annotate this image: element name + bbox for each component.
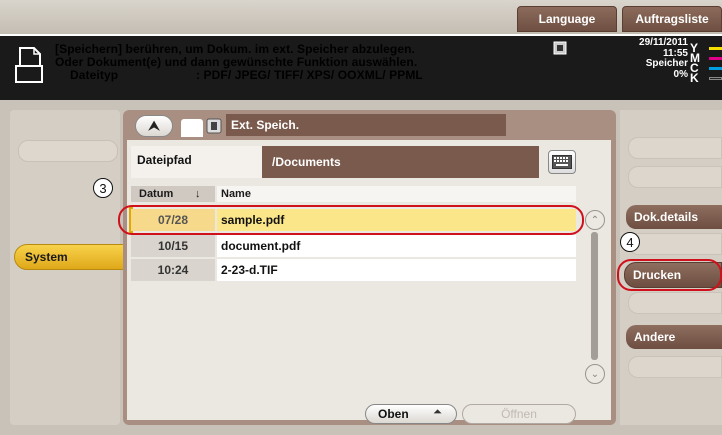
- document-icon: [15, 47, 43, 83]
- top-arrow-icon: ⏶: [433, 406, 442, 418]
- scroll-up-icon: ⌃: [590, 214, 600, 226]
- message-line-1: [Speichern] berühren, um Dokum. im ext. …: [55, 42, 415, 56]
- location-label: Ext. Speich.: [226, 114, 506, 136]
- scroll-down-button[interactable]: ⌄: [585, 364, 605, 384]
- callout-3: 3: [93, 178, 113, 198]
- column-header-date-label: Datum: [139, 188, 174, 200]
- left-ghost-button: [18, 140, 118, 162]
- file-name: 2-23-d.TIF: [217, 259, 576, 281]
- up-arrow-icon: ⮝: [148, 118, 160, 133]
- doc-details-tab[interactable]: Dok.details: [626, 205, 722, 229]
- path-value: /Documents: [262, 146, 539, 178]
- file-date: 10/15: [131, 235, 215, 257]
- other-tab[interactable]: Andere: [626, 325, 722, 349]
- filetype-value: : PDF/ JPEG/ TIFF/ XPS/ OOXML/ PPML: [196, 68, 423, 82]
- filetype-label: Dateityp: [70, 68, 119, 82]
- toner-letters: Y M C K: [690, 42, 700, 85]
- toner-bar-magenta: [709, 57, 722, 60]
- file-name: document.pdf: [217, 235, 576, 257]
- column-header-date[interactable]: Datum ↓: [131, 186, 215, 202]
- toner-k: K: [690, 71, 699, 85]
- toner-bar-cyan: [709, 67, 722, 70]
- usb-storage-icon: [206, 118, 222, 134]
- highlight-ring-print: [617, 259, 722, 291]
- system-button[interactable]: System: [14, 244, 126, 270]
- keyboard-icon: [552, 155, 572, 169]
- message-line-2: Oder Dokument(e) und dann gewünschte Fun…: [55, 55, 418, 69]
- right-ghost-button-1: [628, 137, 722, 159]
- up-folder-button[interactable]: ⮝: [135, 115, 173, 137]
- right-ghost-button-2: [628, 166, 722, 188]
- path-label: Dateipfad: [137, 153, 192, 167]
- right-ghost-button-5: [628, 356, 722, 378]
- scroll-up-button[interactable]: ⌃: [585, 210, 605, 230]
- sort-arrow-icon: ↓: [195, 188, 201, 200]
- keyboard-button[interactable]: [548, 150, 576, 174]
- location-tab: [181, 119, 203, 137]
- callout-4: 4: [620, 232, 640, 252]
- toner-bar-black: [709, 77, 722, 80]
- top-button[interactable]: Oben: [365, 404, 457, 424]
- scroll-down-icon: ⌄: [590, 368, 600, 380]
- column-header-name[interactable]: Name: [217, 186, 576, 202]
- language-button[interactable]: Language: [517, 6, 617, 32]
- right-ghost-button-4: [628, 292, 722, 314]
- toner-bar-yellow: [709, 47, 722, 50]
- job-list-button[interactable]: Auftragsliste: [622, 6, 722, 32]
- scrollbar-track[interactable]: [591, 232, 598, 360]
- open-button[interactable]: Öffnen: [462, 404, 576, 424]
- right-ghost-button-3: [628, 233, 722, 255]
- file-date: 10:24: [131, 259, 215, 281]
- highlight-ring-file: [118, 205, 584, 235]
- usb-storage-icon: [553, 41, 567, 55]
